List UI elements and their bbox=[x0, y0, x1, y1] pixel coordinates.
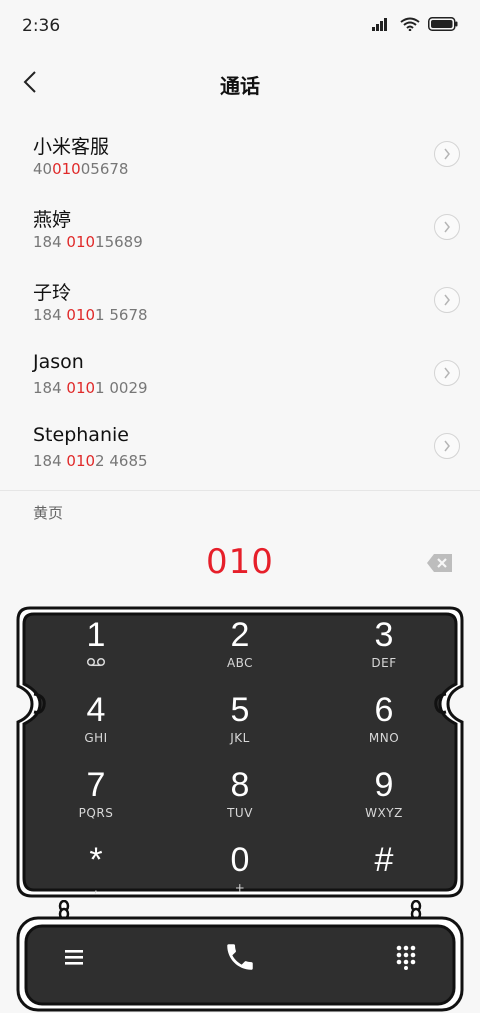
contact-item[interactable]: Jason 184 0101 0029 bbox=[0, 339, 480, 412]
chevron-right-icon bbox=[443, 218, 451, 237]
contact-detail-button[interactable] bbox=[434, 287, 460, 313]
key-digit: 5 bbox=[230, 691, 250, 729]
backspace-button[interactable] bbox=[426, 552, 454, 574]
key-digit: 8 bbox=[230, 766, 250, 804]
key-letters: MNO bbox=[368, 731, 400, 745]
key-letters: ABC bbox=[226, 656, 254, 670]
key-letters: DEF bbox=[371, 656, 397, 670]
key-digit: 4 bbox=[86, 691, 106, 729]
status-bar: 2:36 bbox=[0, 0, 480, 52]
contact-number: 184 0101 5678 bbox=[33, 306, 148, 324]
divider bbox=[0, 490, 480, 491]
contact-name: 燕婷 bbox=[33, 209, 72, 231]
key-letters: JKL bbox=[230, 731, 250, 745]
contact-name: 子玲 bbox=[33, 282, 72, 304]
header: 通话 bbox=[0, 56, 480, 112]
key-digit: 3 bbox=[374, 616, 394, 654]
call-button[interactable] bbox=[210, 929, 270, 989]
status-time: 2:36 bbox=[22, 16, 61, 36]
key-3[interactable]: 3 DEF bbox=[312, 610, 456, 685]
contact-detail-button[interactable] bbox=[434, 360, 460, 386]
chevron-right-icon bbox=[443, 364, 451, 383]
contact-name: 小米客服 bbox=[33, 136, 110, 158]
key-star[interactable]: * , bbox=[24, 835, 168, 910]
contact-name: Jason bbox=[33, 351, 84, 373]
menu-button[interactable] bbox=[44, 929, 104, 989]
key-4[interactable]: 4 GHI bbox=[24, 685, 168, 760]
contact-number: 4001005678 bbox=[33, 160, 129, 178]
battery-icon bbox=[428, 16, 458, 35]
signal-icon bbox=[372, 16, 392, 35]
key-9[interactable]: 9 WXYZ bbox=[312, 760, 456, 835]
menu-icon bbox=[63, 948, 85, 970]
contact-detail-button[interactable] bbox=[434, 214, 460, 240]
contact-item[interactable]: 小米客服 4001005678 bbox=[0, 120, 480, 193]
key-letters: WXYZ bbox=[365, 806, 403, 820]
wifi-icon bbox=[400, 16, 420, 35]
key-digit: 7 bbox=[86, 766, 106, 804]
voicemail-icon bbox=[86, 656, 106, 670]
key-2[interactable]: 2 ABC bbox=[168, 610, 312, 685]
key-digit: # bbox=[374, 841, 394, 879]
key-digit: 2 bbox=[230, 616, 250, 654]
dialed-number: 010 bbox=[206, 542, 274, 582]
status-icons bbox=[372, 16, 458, 35]
phone-icon bbox=[223, 940, 257, 978]
key-digit: 6 bbox=[374, 691, 394, 729]
key-letters: , bbox=[93, 881, 99, 895]
chevron-right-icon bbox=[443, 437, 451, 456]
key-letters: + bbox=[234, 881, 246, 895]
contact-number: 184 01015689 bbox=[33, 233, 143, 251]
dialpad-icon bbox=[395, 944, 417, 974]
contact-item[interactable]: 燕婷 184 01015689 bbox=[0, 193, 480, 266]
key-5[interactable]: 5 JKL bbox=[168, 685, 312, 760]
key-digit: * bbox=[89, 841, 103, 879]
key-7[interactable]: 7 PQRS bbox=[24, 760, 168, 835]
chevron-right-icon bbox=[443, 291, 451, 310]
key-digit: 0 bbox=[230, 841, 250, 879]
key-hash[interactable]: # bbox=[312, 835, 456, 910]
dialpad-toggle-button[interactable] bbox=[376, 929, 436, 989]
keypad: 1 2 ABC 3 DEF 4 GHI 5 JKL 6 MNO 7 PQRS 8… bbox=[24, 610, 456, 900]
contact-name: Stephanie bbox=[33, 424, 129, 446]
yellow-pages-label[interactable]: 黄页 bbox=[33, 502, 63, 523]
key-letters: PQRS bbox=[78, 806, 114, 820]
page-title: 通话 bbox=[220, 74, 260, 98]
contact-detail-button[interactable] bbox=[434, 141, 460, 167]
contact-list: 小米客服 4001005678 燕婷 184 01015689 子玲 184 0… bbox=[0, 120, 480, 485]
key-digit: 9 bbox=[374, 766, 394, 804]
contact-detail-button[interactable] bbox=[434, 433, 460, 459]
key-8[interactable]: 8 TUV bbox=[168, 760, 312, 835]
chevron-right-icon bbox=[443, 145, 451, 164]
contact-number: 184 0102 4685 bbox=[33, 452, 148, 470]
contact-number: 184 0101 0029 bbox=[33, 379, 148, 397]
key-letters: TUV bbox=[227, 806, 253, 820]
key-6[interactable]: 6 MNO bbox=[312, 685, 456, 760]
key-1[interactable]: 1 bbox=[24, 610, 168, 685]
key-digit: 1 bbox=[86, 616, 106, 654]
contact-item[interactable]: 子玲 184 0101 5678 bbox=[0, 266, 480, 339]
key-0[interactable]: 0 + bbox=[168, 835, 312, 910]
key-letters: GHI bbox=[84, 731, 108, 745]
backspace-icon bbox=[426, 554, 454, 578]
contact-item[interactable]: Stephanie 184 0102 4685 bbox=[0, 412, 480, 485]
